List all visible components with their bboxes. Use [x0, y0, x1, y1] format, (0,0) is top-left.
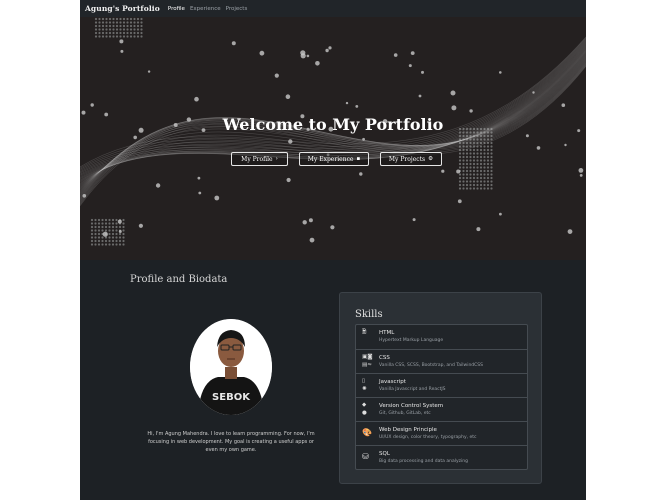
html-file-icon: 🗎 [362, 329, 367, 335]
briefcase-icon: ▪ [356, 156, 361, 162]
bio-text: Hi, I'm Agung Mahendra. I love to learn … [147, 431, 315, 453]
section-title-profile: Profile and Biodata [130, 274, 228, 285]
database-icon: ⛁ [362, 452, 369, 461]
skill-item-sql[interactable]: ⛁ SQL Big data processing and data analy… [356, 445, 527, 469]
sass-icon: ◙ [367, 354, 373, 360]
gear-icon: ⚙ [428, 156, 434, 162]
palette-icon: 🎨 [362, 428, 372, 437]
profile-photo: SEBOK [190, 319, 272, 415]
nav-link-projects[interactable]: Projects [226, 6, 248, 12]
github-icon: ● [362, 410, 367, 416]
my-projects-label: My Projects [388, 155, 426, 163]
skill-desc: Hypertext Markup Language [379, 338, 444, 343]
skill-name: Version Control System [379, 403, 444, 409]
hero-banner: Welcome to My Portfolio My Profile › My … [80, 17, 586, 260]
skill-desc: Big data processing and data analyzing [379, 459, 468, 464]
skill-name: Javascript [379, 379, 406, 385]
javascript-icon: ▯ [362, 378, 366, 384]
skills-list: 🗎 HTML Hypertext Markup Language ▣◙ ▤≈ C… [355, 324, 528, 470]
my-experience-label: My Experience [307, 155, 354, 163]
skill-desc: UI/UX design, color theory, typography, … [379, 435, 477, 440]
my-profile-button[interactable]: My Profile › [231, 152, 288, 166]
skill-item-javascript[interactable]: ▯ ✺ Javascript Vanilla Javascript and Re… [356, 373, 527, 397]
skill-item-version-control[interactable]: ◆ ● Version Control System Git, Github, … [356, 397, 527, 421]
shirt-text: SEBOK [212, 392, 251, 403]
skill-item-html[interactable]: 🗎 HTML Hypertext Markup Language [356, 325, 527, 349]
brand-logo[interactable]: Agung's Portfolio [85, 4, 160, 13]
skill-desc: Vanilla Javascript and ReactJS [379, 387, 446, 392]
nav-link-profile[interactable]: Profile [168, 6, 185, 12]
nav-link-experience[interactable]: Experience [190, 6, 221, 12]
avatar: SEBOK [190, 319, 272, 415]
skill-name: CSS [379, 355, 390, 361]
hero-title: Welcome to My Portfolio [222, 115, 444, 134]
arrow-right-icon: › [275, 156, 278, 162]
skill-name: HTML [379, 330, 395, 336]
skill-desc: Vanilla CSS, SCSS, Bootstrap, and Tailwi… [379, 363, 484, 368]
skill-item-css[interactable]: ▣◙ ▤≈ CSS Vanilla CSS, SCSS, Bootstrap, … [356, 349, 527, 373]
react-icon: ✺ [362, 386, 367, 392]
skill-item-web-design[interactable]: 🎨 Web Design Principle UI/UX design, col… [356, 421, 527, 445]
my-experience-button[interactable]: My Experience ▪ [299, 152, 369, 166]
skills-card: Skills 🗎 HTML Hypertext Markup Language … [339, 292, 542, 484]
navbar: Agung's Portfolio Profile Experience Pro… [80, 0, 586, 18]
my-profile-label: My Profile [241, 155, 273, 163]
tailwind-icon: ≈ [367, 362, 372, 368]
portfolio-page: Agung's Portfolio Profile Experience Pro… [80, 0, 586, 500]
skill-name: Web Design Principle [379, 427, 437, 433]
skill-name: SQL [379, 451, 390, 457]
skills-title: Skills [355, 309, 383, 320]
git-icon: ◆ [362, 402, 367, 408]
skill-desc: Git, Github, GitLab, etc [379, 411, 431, 416]
my-projects-button[interactable]: My Projects ⚙ [380, 152, 442, 166]
hero-background-graphic [80, 17, 586, 246]
